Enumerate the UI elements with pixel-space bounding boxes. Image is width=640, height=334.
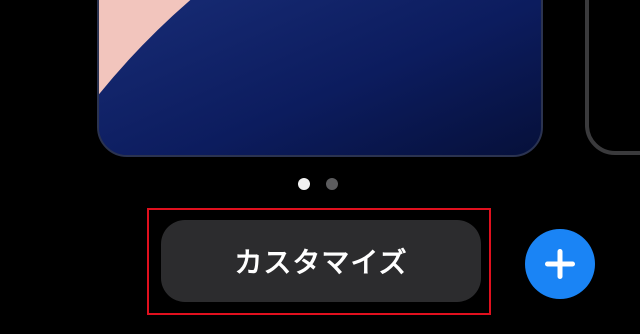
page-dot[interactable] xyxy=(326,178,338,190)
next-wallpaper-card[interactable] xyxy=(585,0,640,155)
lock-screen-gallery: カスタマイズ xyxy=(0,0,640,334)
customize-button[interactable]: カスタマイズ xyxy=(161,220,481,302)
add-wallpaper-button[interactable] xyxy=(525,229,595,299)
wallpaper-image xyxy=(99,0,541,155)
page-indicator[interactable] xyxy=(298,178,338,190)
wallpaper-preview-card[interactable] xyxy=(97,0,543,157)
page-dot-current[interactable] xyxy=(298,178,310,190)
plus-icon xyxy=(545,249,575,279)
